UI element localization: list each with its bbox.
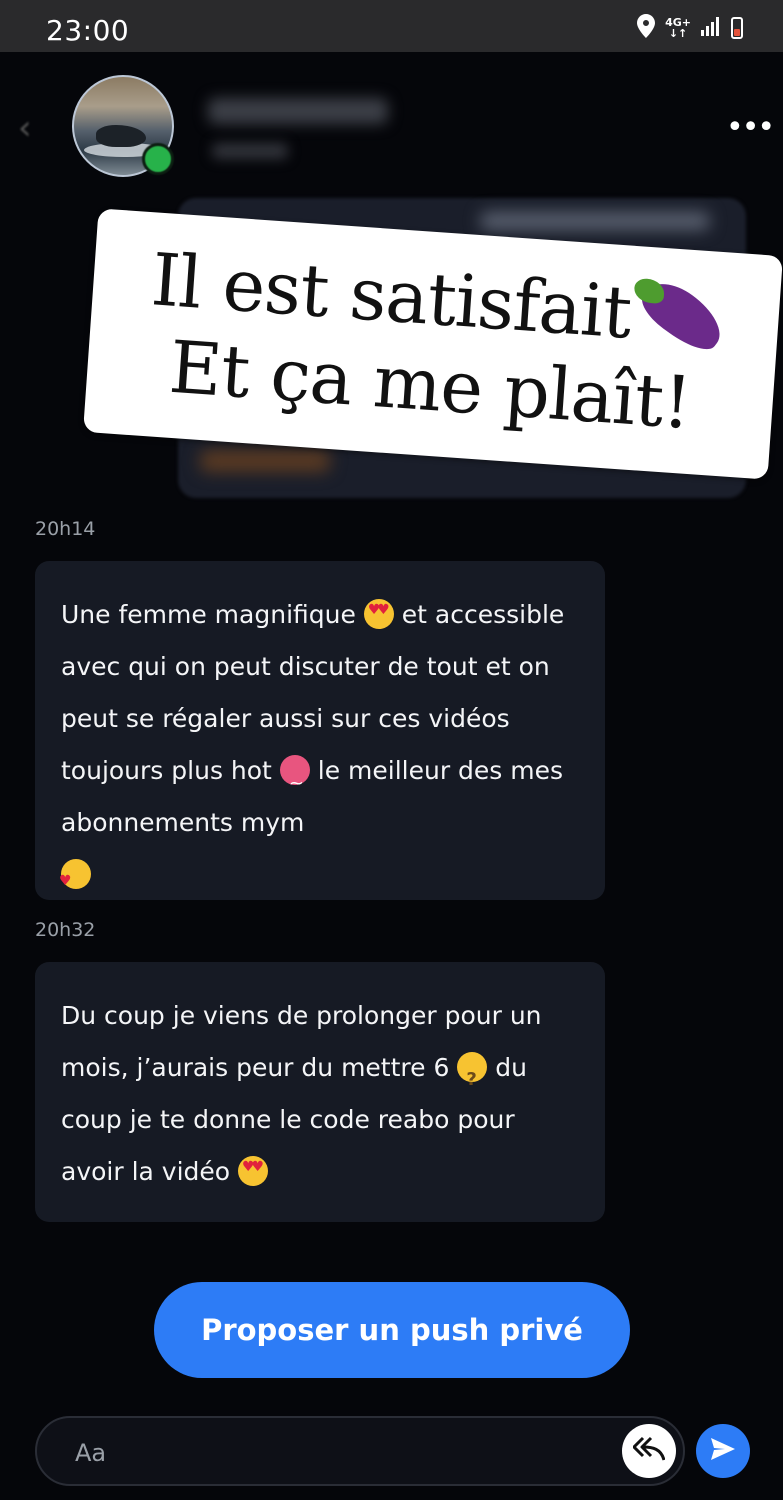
hot-emoji-icon: [279, 755, 310, 810]
send-button[interactable]: [696, 1424, 750, 1478]
heart-eyes-emoji-icon: [363, 599, 394, 629]
blurred-thumbnail: [200, 450, 330, 472]
contact-name-blurred: [208, 98, 388, 124]
reply-all-icon: [632, 1436, 666, 1466]
caption-overlay: Il est satisfait Et ça me plaît!: [83, 208, 783, 480]
smiling-hearts-emoji-icon: [59, 855, 91, 907]
signal-icon: [701, 16, 721, 40]
blurred-content: [480, 212, 710, 230]
status-bar: 23:00 4G+ ↓↑: [0, 0, 783, 52]
message-timestamp: 20h32: [35, 919, 96, 941]
online-status-dot: [142, 143, 174, 175]
network-type: 4G+ ↓↑: [665, 16, 691, 40]
reply-all-button[interactable]: [622, 1424, 676, 1478]
chevron-left-icon[interactable]: ‹: [18, 108, 32, 148]
thinking-emoji-icon: [457, 1052, 488, 1106]
message-text: Du coup je viens de prolonger pour un mo…: [61, 990, 579, 1198]
status-icons: 4G+ ↓↑: [637, 14, 743, 42]
message-text: Une femme magnifique et accessible avec …: [59, 589, 579, 907]
battery-icon: [731, 17, 743, 39]
status-time: 23:00: [46, 14, 130, 47]
location-icon: [637, 14, 656, 42]
send-icon: [710, 1437, 736, 1465]
message-bubble: Une femme magnifique et accessible avec …: [35, 561, 605, 907]
propose-private-push-button[interactable]: Proposer un push privé: [154, 1282, 630, 1378]
message-composer: [35, 1416, 685, 1486]
heart-eyes-emoji-icon: [238, 1156, 269, 1186]
message-timestamp: 20h14: [35, 518, 96, 540]
more-dots-icon[interactable]: •••: [726, 110, 775, 145]
message-text-segment: Une femme magnifique: [61, 600, 364, 629]
eggplant-icon: [628, 271, 732, 360]
contact-subtitle-blurred: [212, 143, 288, 159]
message-bubble: Du coup je viens de prolonger pour un mo…: [35, 962, 605, 1222]
message-input[interactable]: [73, 1434, 617, 1472]
